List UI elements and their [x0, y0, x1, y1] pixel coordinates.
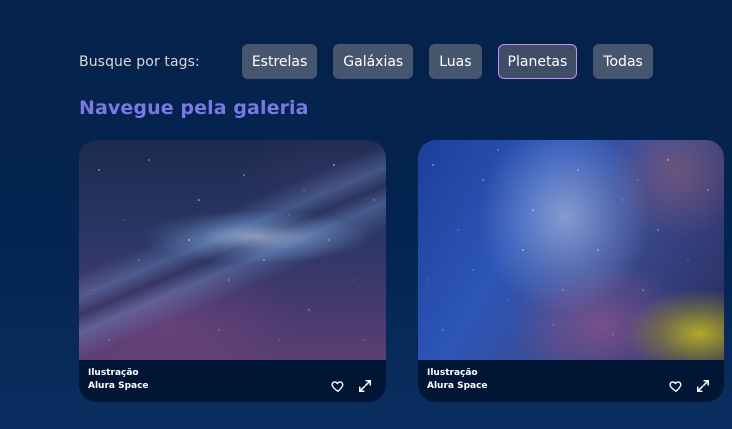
- gallery-card: Ilustração Alura Space: [418, 140, 724, 402]
- tag-button-galaxias[interactable]: Galáxias: [333, 44, 414, 79]
- card-title: Ilustração: [88, 368, 139, 378]
- heart-icon[interactable]: [667, 377, 685, 395]
- card-caption: Ilustração Alura Space: [427, 367, 488, 393]
- tag-button-planetas[interactable]: Planetas: [497, 44, 578, 79]
- card-caption: Ilustração Alura Space: [88, 367, 149, 393]
- stars-decoration: [427, 149, 709, 336]
- gallery-card: Ilustração Alura Space: [79, 140, 386, 402]
- tag-filter-bar: Busque por tags: Estrelas Galáxias Luas …: [79, 44, 669, 79]
- tag-button-todas[interactable]: Todas: [593, 44, 653, 79]
- card-image-milky-way: [79, 140, 386, 360]
- card-source: Alura Space: [88, 381, 149, 391]
- card-actions: [320, 377, 374, 395]
- heart-icon[interactable]: [329, 377, 347, 395]
- card-image-nebula: [418, 140, 724, 360]
- gallery-title: Navegue pela galeria: [79, 97, 309, 119]
- tag-button-luas[interactable]: Luas: [429, 44, 482, 79]
- card-source: Alura Space: [427, 381, 488, 391]
- card-footer: Ilustração Alura Space: [79, 360, 386, 402]
- expand-icon[interactable]: [356, 377, 374, 395]
- card-footer: Ilustração Alura Space: [418, 360, 724, 402]
- tag-button-estrelas[interactable]: Estrelas: [241, 44, 318, 79]
- tags-label: Busque por tags:: [79, 53, 200, 70]
- stars-decoration: [93, 159, 375, 341]
- card-title: Ilustração: [427, 368, 478, 378]
- card-actions: [658, 377, 712, 395]
- expand-icon[interactable]: [694, 377, 712, 395]
